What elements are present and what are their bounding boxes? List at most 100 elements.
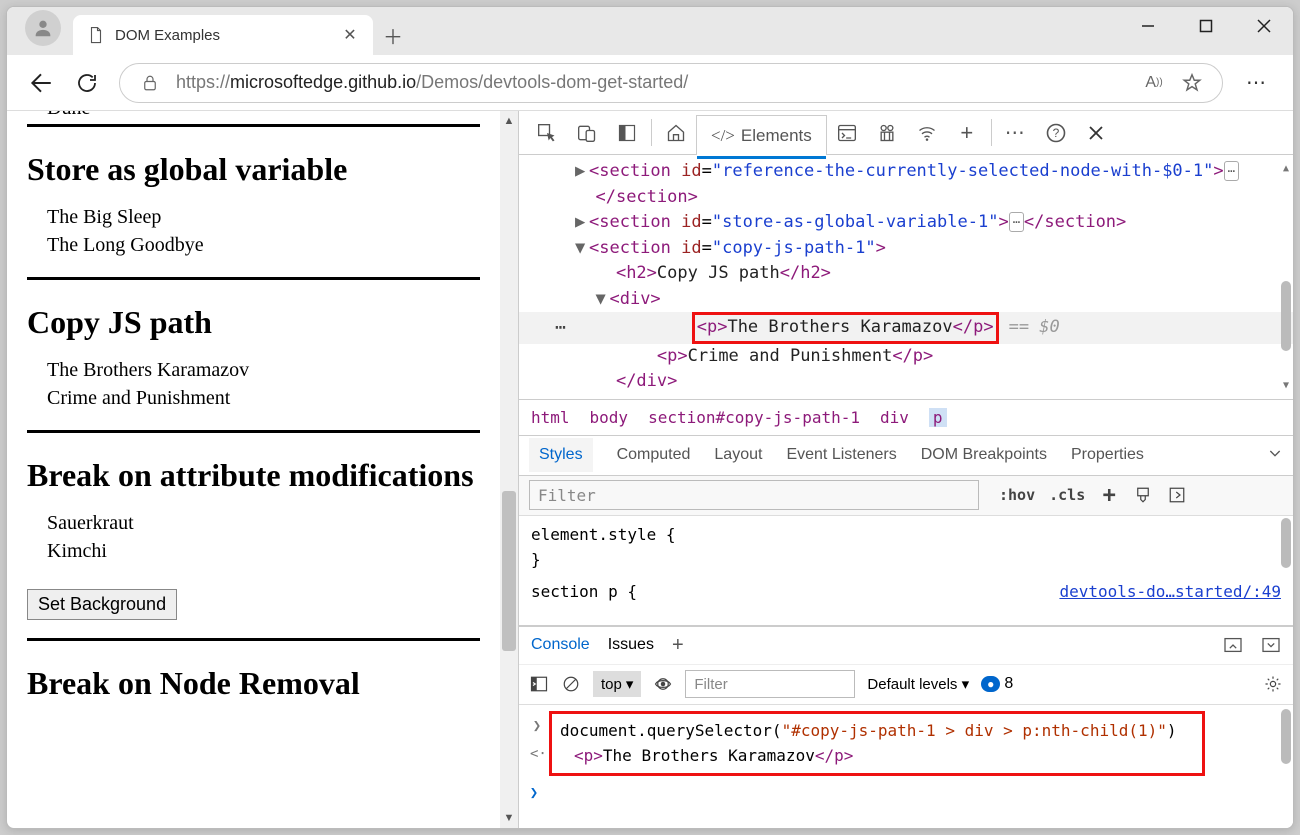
scroll-down-icon[interactable]: ▼	[1281, 378, 1291, 393]
list-item: The Big Sleep	[47, 203, 480, 231]
tree-node[interactable]: ▼<div>	[519, 287, 1293, 313]
url-box[interactable]: https://microsoftedge.github.io/Demos/de…	[119, 63, 1223, 103]
scroll-up-icon[interactable]: ▲	[502, 113, 516, 129]
divider	[27, 124, 480, 127]
new-tab-button[interactable]: ＋	[373, 15, 413, 55]
log-levels-selector[interactable]: Default levels ▾	[867, 675, 969, 693]
console-settings-icon[interactable]	[1263, 674, 1283, 694]
browser-menu-button[interactable]: ⋯	[1241, 70, 1273, 95]
cls-toggle[interactable]: .cls	[1049, 486, 1085, 504]
page-scrollbar[interactable]: ▲ ▼	[500, 111, 518, 828]
more-tabs-button[interactable]: +	[947, 111, 987, 154]
source-link[interactable]: devtools-do…started/:49	[1059, 579, 1281, 605]
scrollbar-thumb[interactable]	[1281, 281, 1291, 351]
context-selector[interactable]: top ▾	[593, 671, 641, 697]
tab-styles[interactable]: Styles	[529, 438, 593, 472]
help-button[interactable]: ?	[1036, 111, 1076, 154]
crumb-item[interactable]: section#copy-js-path-1	[648, 408, 860, 427]
tab-issues[interactable]: Issues	[608, 636, 654, 654]
list-item: The Brothers Karamazov	[47, 356, 480, 384]
clear-console-icon[interactable]	[561, 674, 581, 694]
tab-dom-breakpoints[interactable]: DOM Breakpoints	[921, 446, 1047, 464]
node-actions-icon[interactable]: ⋯	[555, 314, 568, 341]
tree-node[interactable]: ▼<section id="copy-js-path-1">	[519, 236, 1293, 262]
console-output-line: <⋅ <p>The Brothers Karamazov</p>	[560, 743, 1194, 769]
browser-window: DOM Examples ✕ ＋ https://microsoftedge.g…	[6, 6, 1294, 829]
issues-badge[interactable]: ●8	[981, 675, 1013, 693]
console-toolbar: top ▾ Filter Default levels ▾ ●8	[519, 665, 1293, 705]
device-toggle-button[interactable]	[567, 111, 607, 154]
profile-button[interactable]	[25, 10, 61, 46]
crumb-item[interactable]: body	[590, 408, 629, 427]
console-prompt[interactable]: ❯	[527, 782, 1285, 804]
minimize-button[interactable]	[1119, 7, 1177, 45]
close-button[interactable]	[1235, 7, 1293, 45]
maximize-button[interactable]	[1177, 7, 1235, 45]
hov-toggle[interactable]: :hov	[999, 486, 1035, 504]
devtools-menu-button[interactable]: ⋯	[996, 111, 1036, 154]
styles-rules[interactable]: element.style { } devtools-do…started/:4…	[519, 516, 1293, 611]
person-icon	[32, 17, 54, 39]
tab-computed[interactable]: Computed	[617, 446, 691, 464]
list-item: Sauerkraut	[47, 509, 480, 537]
network-tab-button[interactable]	[907, 111, 947, 154]
tree-node[interactable]: <p>Crime and Punishment</p>	[519, 344, 1293, 370]
scroll-up-icon[interactable]: ▲	[1281, 161, 1291, 176]
add-drawer-tab-icon[interactable]: +	[672, 634, 684, 657]
crumb-item-active[interactable]: p	[929, 408, 947, 427]
computed-toggle-icon[interactable]	[1167, 485, 1187, 505]
styles-pane: Filter :hov .cls + element.style { } dev…	[519, 476, 1293, 626]
scrollbar-thumb[interactable]	[502, 491, 516, 651]
crumb-item[interactable]: div	[880, 408, 909, 427]
tab-layout[interactable]: Layout	[714, 446, 762, 464]
more-tabs-icon[interactable]	[1267, 445, 1283, 466]
tree-node[interactable]: <h2>Copy JS path</h2>	[519, 261, 1293, 287]
sources-tab-button[interactable]	[867, 111, 907, 154]
brush-icon[interactable]	[1133, 485, 1153, 505]
tree-node[interactable]: ▶<section id="store-as-global-variable-1…	[519, 210, 1293, 236]
sidebar-toggle-icon[interactable]	[529, 674, 549, 694]
tab-properties[interactable]: Properties	[1071, 446, 1144, 464]
elements-tab[interactable]: </> Elements	[696, 115, 827, 155]
tab-event-listeners[interactable]: Event Listeners	[786, 446, 896, 464]
list: The Big Sleep The Long Goodbye	[27, 203, 480, 259]
drawer-collapse-icon[interactable]	[1261, 635, 1281, 655]
devtools-pane: </> Elements + ⋯ ? ▶<section id="referen…	[519, 111, 1293, 828]
tree-node[interactable]: </div>	[519, 369, 1293, 395]
refresh-button[interactable]	[73, 69, 101, 97]
tab-console[interactable]: Console	[531, 636, 590, 654]
scrollbar-thumb[interactable]	[1281, 709, 1291, 764]
console-filter-input[interactable]: Filter	[685, 670, 855, 698]
welcome-tab[interactable]	[656, 111, 696, 154]
selected-marker: == $0	[1009, 315, 1060, 341]
new-rule-icon[interactable]: +	[1099, 485, 1119, 505]
chevron-down-icon: ▾	[626, 675, 634, 693]
live-expression-icon[interactable]	[653, 674, 673, 694]
page-pane: Dune Store as global variable The Big Sl…	[7, 111, 519, 828]
back-button[interactable]	[27, 69, 55, 97]
elements-tree[interactable]: ▶<section id="reference-the-currently-se…	[519, 155, 1293, 399]
styles-scrollbar[interactable]	[1281, 518, 1291, 621]
tree-node-selected[interactable]: ⋯ <p>The Brothers Karamazov</p> == $0	[519, 312, 1293, 344]
dock-button[interactable]	[607, 111, 647, 154]
styles-filter-input[interactable]: Filter	[529, 480, 979, 510]
inspect-button[interactable]	[527, 111, 567, 154]
read-aloud-icon[interactable]: A))	[1142, 71, 1166, 95]
tree-node[interactable]: </section>	[519, 185, 1293, 211]
console-scrollbar[interactable]	[1281, 709, 1291, 825]
browser-tab[interactable]: DOM Examples ✕	[73, 15, 373, 55]
console-tab-button[interactable]	[827, 111, 867, 154]
scrollbar-thumb[interactable]	[1281, 518, 1291, 568]
favorite-icon[interactable]	[1180, 71, 1204, 95]
drawer-expand-icon[interactable]	[1223, 635, 1243, 655]
scroll-down-icon[interactable]: ▼	[502, 810, 516, 826]
tree-scrollbar[interactable]: ▲ ▼	[1281, 161, 1291, 393]
console-body[interactable]: ❯ document.querySelector("#copy-js-path-…	[519, 705, 1293, 829]
crumb-item[interactable]: html	[531, 408, 570, 427]
tab-close-button[interactable]: ✕	[341, 26, 359, 44]
page-content: Dune Store as global variable The Big Sl…	[7, 111, 500, 828]
tree-node[interactable]: ▶<section id="reference-the-currently-se…	[519, 159, 1293, 185]
set-background-button[interactable]: Set Background	[27, 589, 177, 620]
chat-icon: ●	[981, 676, 1000, 692]
devtools-close-button[interactable]	[1076, 111, 1116, 154]
